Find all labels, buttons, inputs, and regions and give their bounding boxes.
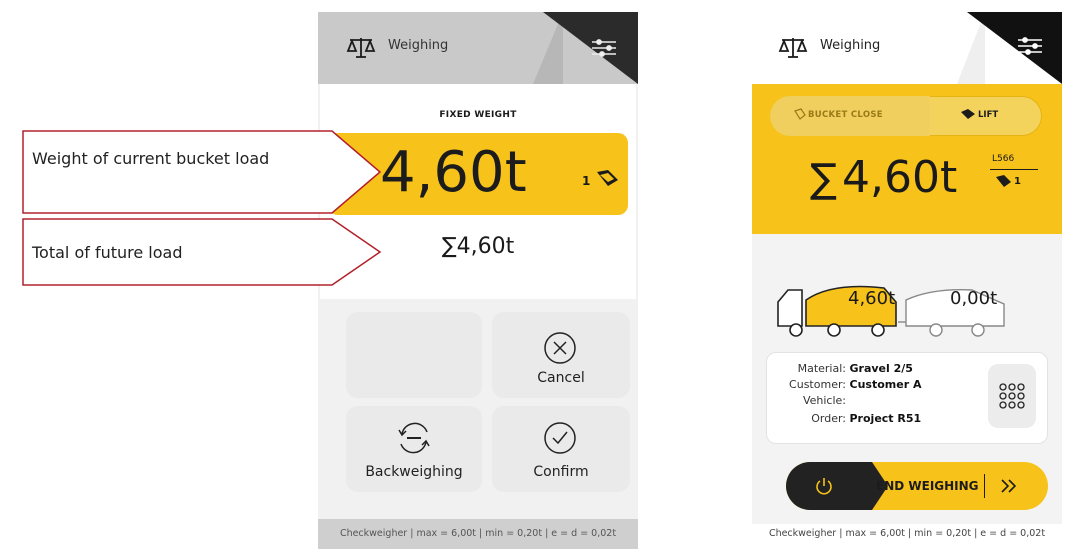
keypad-button[interactable]	[988, 364, 1036, 428]
stage: Weighing FIXED WEIGHT 4,60t 1 ∑4,60t Can…	[0, 0, 1080, 549]
info-key: Order:	[811, 412, 846, 425]
info-value: Project R51	[849, 412, 922, 425]
empty-button[interactable]	[346, 312, 482, 398]
info-key: Material:	[797, 362, 846, 375]
settings-sliders-icon[interactable]	[1016, 34, 1044, 58]
footer-info: Checkweigher | max = 6,00t | min = 0,20t…	[318, 519, 638, 549]
sum-symbol: ∑	[810, 156, 837, 202]
fixed-weight-label: FIXED WEIGHT	[439, 110, 517, 120]
callout-current-bucket: Weight of current bucket load	[22, 130, 382, 214]
callout-future-total: Total of future load	[22, 218, 382, 286]
info-value: Gravel 2/5	[849, 362, 913, 375]
callout-future-total-text: Total of future load	[32, 243, 183, 262]
power-icon	[816, 478, 832, 495]
bucket-count: 1	[582, 174, 591, 188]
info-row-material: Material: Gravel 2/5	[766, 362, 913, 375]
backweighing-icon	[398, 422, 430, 454]
lift-icon	[961, 109, 975, 119]
info-row-order: Order: Project R51	[766, 412, 921, 425]
cancel-label: Cancel	[537, 370, 585, 386]
end-weighing-button[interactable]: END WEIGHING	[876, 479, 979, 493]
lift-weighing-screen: Weighing BUCKET CLOSE LIFT ∑ 4,60t L566	[752, 12, 1062, 549]
close-circle-icon	[544, 332, 576, 364]
footer-info: Checkweigher | max = 6,00t | min = 0,20t…	[768, 528, 1046, 539]
backweighing-button[interactable]: Backweighing	[346, 406, 482, 492]
lift-label: LIFT	[978, 110, 999, 120]
backweighing-label: Backweighing	[365, 464, 463, 480]
header-title: Weighing	[388, 38, 449, 53]
toggle-arrow	[910, 96, 928, 136]
truck-trailer-icon	[777, 285, 1005, 337]
cancel-button[interactable]: Cancel	[492, 312, 630, 398]
bucket-count: 1	[1014, 176, 1021, 187]
current-weight-value: 4,60t	[380, 140, 527, 205]
trailer-weight-value: 0,00t	[950, 288, 998, 309]
weight-banner-tip	[752, 208, 1062, 230]
divider	[990, 169, 1038, 170]
info-row-vehicle: Vehicle:	[766, 394, 846, 407]
bucket-close-label: BUCKET CLOSE	[808, 110, 883, 120]
info-key: Vehicle:	[802, 394, 846, 407]
info-value: Customer A	[849, 378, 922, 391]
divider	[984, 474, 985, 498]
callout-current-bucket-text: Weight of current bucket load	[32, 149, 270, 168]
callout-arrow-shape	[22, 130, 382, 214]
header-title: Weighing	[820, 38, 881, 53]
scale-icon	[346, 38, 376, 58]
truck-weight-value: 4,60t	[848, 288, 896, 309]
check-circle-icon	[544, 422, 576, 454]
info-row-customer: Customer: Customer A	[766, 378, 921, 391]
confirm-button[interactable]: Confirm	[492, 406, 630, 492]
keypad-icon	[999, 383, 1025, 409]
bucket-close-icon	[794, 108, 806, 120]
total-weight-value: 4,60t	[842, 152, 958, 203]
settings-sliders-icon[interactable]	[590, 36, 618, 60]
scale-icon	[778, 38, 808, 58]
confirm-label: Confirm	[533, 464, 589, 480]
bucket-icon	[996, 175, 1011, 187]
bucket-icon	[597, 170, 618, 186]
double-chevron-right-icon[interactable]	[1000, 478, 1018, 494]
header-decoration-dark	[967, 12, 1062, 84]
info-key: Customer:	[789, 378, 846, 391]
machine-id: L566	[992, 154, 1015, 164]
